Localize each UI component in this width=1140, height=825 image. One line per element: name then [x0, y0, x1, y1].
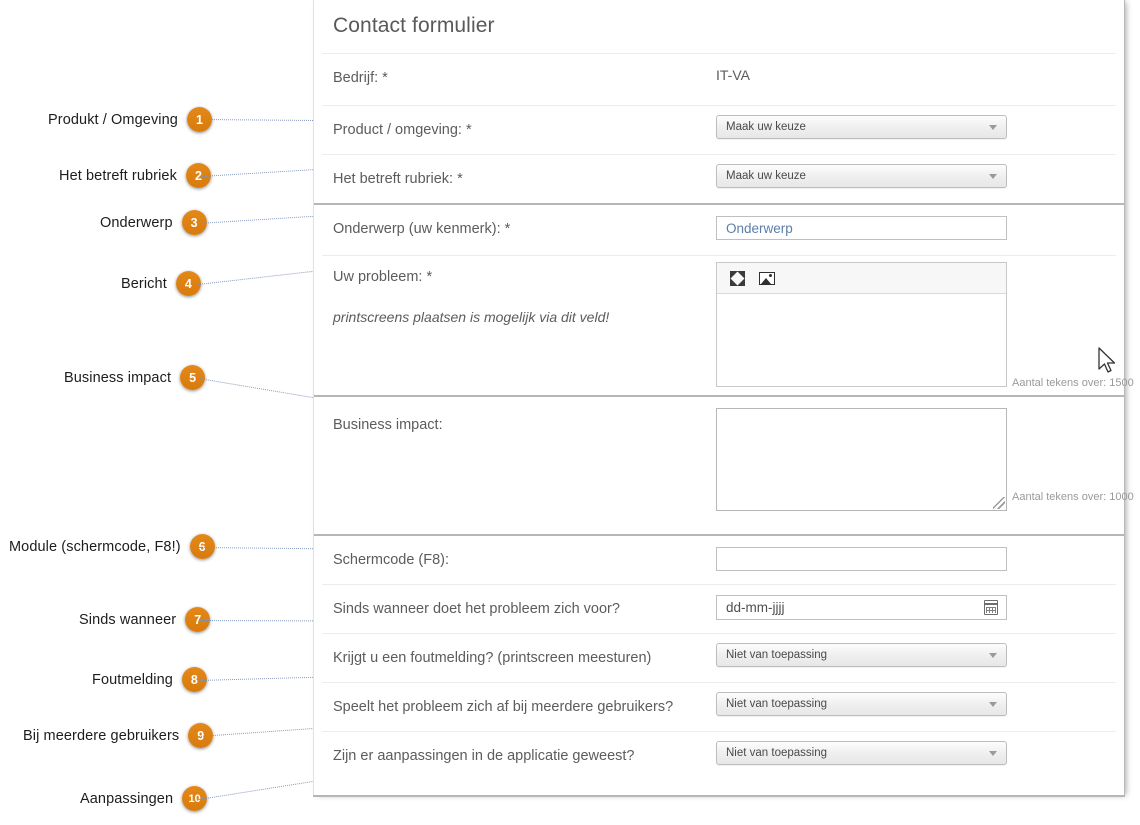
callout-badge: 1 [186, 107, 212, 132]
callout-label: Het betreft rubriek [59, 167, 177, 184]
select-value: Maak uw keuze [726, 170, 806, 182]
chevron-down-icon [989, 751, 997, 756]
form-row-business-impact: Business impact: Aantal tekens over: 100… [314, 397, 1134, 534]
schermcode-input[interactable] [716, 547, 1007, 571]
callout-4: Bericht 4 [121, 271, 201, 296]
leader-line-3 [199, 214, 329, 224]
form-row-meerdere-gebruikers: Speelt het probleem zich af bij meerdere… [314, 683, 1124, 731]
form-row-schermcode: Schermcode (F8): [314, 536, 1124, 584]
foutmelding-select[interactable]: Niet van toepassing [716, 643, 1007, 667]
callout-label: Foutmelding [92, 671, 173, 688]
chevron-down-icon [989, 125, 997, 130]
field-label: Het betreft rubriek: * [333, 171, 463, 187]
field-label: Speelt het probleem zich af bij meerdere… [333, 699, 674, 715]
callout-label: Module (schermcode, F8!) [9, 538, 181, 555]
callout-label: Bericht [121, 275, 167, 292]
fullscreen-icon[interactable] [730, 270, 745, 286]
meerdere-gebruikers-select[interactable]: Niet van toepassing [716, 692, 1007, 716]
form-row-product: Product / omgeving: * Maak uw keuze [314, 106, 1124, 154]
callout-badge: 7 [185, 607, 211, 632]
screenshot-root: Produkt / Omgeving 1 Het betreft rubriek… [0, 0, 1140, 825]
callout-label: Bij meerdere gebruikers [23, 727, 180, 744]
page-title: Contact formulier [333, 14, 495, 37]
form-row-foutmelding: Krijgt u een foutmelding? (printscreen m… [314, 634, 1124, 682]
callout-8: Foutmelding 8 [92, 667, 207, 692]
callout-badge: 6 [189, 534, 215, 559]
callout-2: Het betreft rubriek 2 [59, 163, 211, 188]
field-label: Bedrijf: * [333, 70, 388, 86]
field-label: Zijn er aanpassingen in de applicatie ge… [333, 748, 635, 764]
insert-image-icon[interactable] [759, 271, 775, 285]
callout-5: Business impact 5 [64, 365, 206, 390]
form-row-aanpassingen: Zijn er aanpassingen in de applicatie ge… [314, 732, 1124, 780]
callout-badge: 10 [182, 786, 208, 811]
form-row-rubriek: Het betreft rubriek: * Maak uw keuze [314, 155, 1124, 203]
select-value: Niet van toepassing [726, 747, 828, 759]
field-label: Sinds wanneer doet het probleem zich voo… [333, 601, 620, 617]
callout-badge: 2 [185, 163, 211, 188]
callout-badge: 8 [181, 667, 207, 692]
chevron-down-icon [989, 653, 997, 658]
panel-bottom-divider [313, 795, 1125, 797]
date-placeholder: dd-mm-jjjj [726, 600, 785, 615]
chevron-down-icon [989, 702, 997, 707]
select-value: Niet van toepassing [726, 698, 828, 710]
callout-badge: 5 [180, 365, 206, 390]
callout-10: Aanpassingen 10 [80, 786, 208, 811]
field-label-block: Uw probleem: * printscreens plaatsen is … [333, 256, 716, 327]
form-row-probleem: Uw probleem: * printscreens plaatsen is … [314, 256, 1134, 395]
select-value: Niet van toepassing [726, 649, 828, 661]
mouse-cursor [1098, 347, 1116, 373]
company-value: IT-VA [716, 67, 750, 83]
probleem-editor-body[interactable] [717, 294, 1006, 386]
business-impact-char-counter: Aantal tekens over: 1000 [1012, 491, 1134, 503]
callout-1: Produkt / Omgeving 1 [48, 107, 212, 132]
field-label: Onderwerp (uw kenmerk): * [333, 221, 511, 237]
field-label: Product / omgeving: * [333, 122, 472, 138]
probleem-editor[interactable] [716, 262, 1007, 387]
input-placeholder: Onderwerp [726, 220, 793, 236]
field-label: Krijgt u een foutmelding? (printscreen m… [333, 650, 652, 666]
form-row-bedrijf: Bedrijf: * IT-VA [314, 54, 1124, 105]
callout-3: Onderwerp 3 [100, 210, 207, 235]
field-label: Schermcode (F8): [333, 552, 450, 568]
editor-toolbar [717, 263, 1006, 294]
field-hint: printscreens plaatsen is mogelijk via di… [333, 309, 610, 326]
leader-line-1 [200, 119, 313, 121]
form-row-sinds-wanneer: Sinds wanneer doet het probleem zich voo… [314, 585, 1124, 633]
aanpassingen-select[interactable]: Niet van toepassing [716, 741, 1007, 765]
resize-handle[interactable] [993, 497, 1005, 509]
callout-badge: 9 [188, 723, 214, 748]
callout-label: Onderwerp [100, 214, 173, 231]
probleem-char-counter: Aantal tekens over: 1500 [1012, 377, 1134, 389]
field-label: Business impact: [333, 417, 443, 433]
onderwerp-input[interactable]: Onderwerp [716, 216, 1007, 240]
select-value: Maak uw keuze [726, 121, 806, 133]
rubriek-select[interactable]: Maak uw keuze [716, 164, 1007, 188]
chevron-down-icon [989, 174, 997, 179]
callout-label: Produkt / Omgeving [48, 111, 178, 128]
callout-7: Sinds wanneer 7 [79, 607, 211, 632]
callout-label: Business impact [64, 369, 172, 386]
callout-label: Aanpassingen [80, 790, 174, 807]
field-label: Uw probleem: * [333, 269, 433, 285]
sinds-wanneer-date-input[interactable]: dd-mm-jjjj [716, 595, 1007, 620]
callout-6: Module (schermcode, F8!) 6 [9, 534, 215, 559]
product-omgeving-select[interactable]: Maak uw keuze [716, 115, 1007, 139]
form-row-onderwerp: Onderwerp (uw kenmerk): * Onderwerp [314, 205, 1124, 255]
contact-form-panel: Contact formulier Bedrijf: * IT-VA Produ… [313, 0, 1134, 797]
callout-label: Sinds wanneer [79, 611, 177, 628]
callout-9: Bij meerdere gebruikers 9 [23, 723, 214, 748]
callout-badge: 4 [175, 271, 201, 296]
business-impact-textarea[interactable] [716, 408, 1007, 511]
callout-badge: 3 [181, 210, 207, 235]
calendar-icon[interactable] [984, 600, 998, 615]
